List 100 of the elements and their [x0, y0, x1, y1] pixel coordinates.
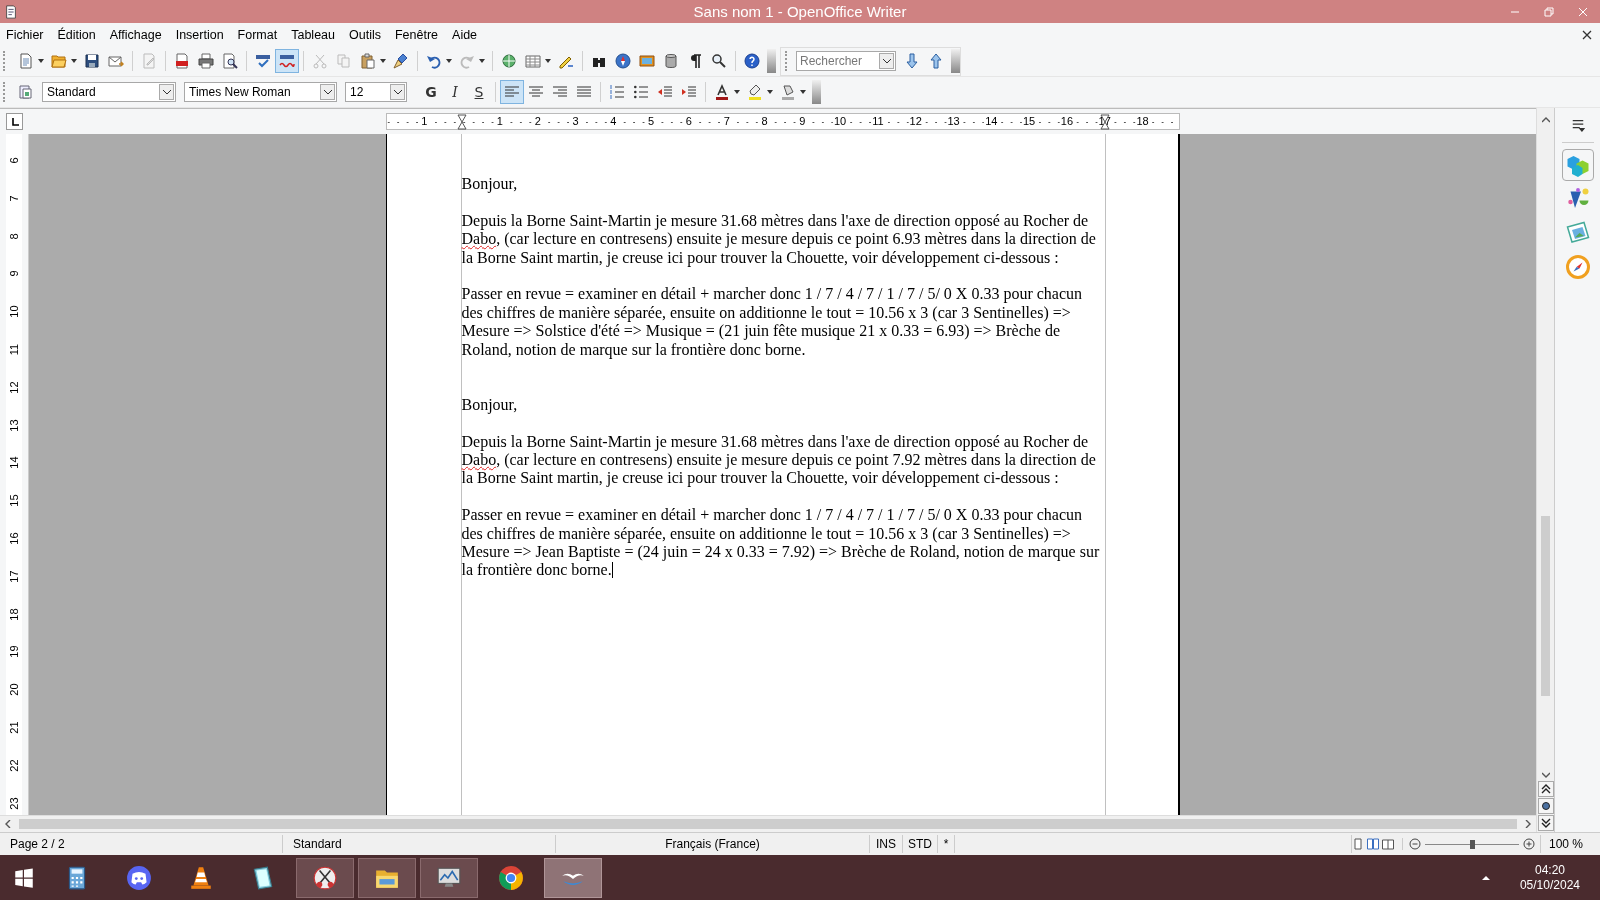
insert-mode[interactable]: INS — [870, 835, 903, 853]
font-name-dropdown[interactable]: Times New Roman — [184, 82, 337, 102]
ruler-number: 22 — [7, 758, 21, 773]
ruler-number: 13 — [7, 418, 21, 433]
scrollbar-thumb[interactable] — [1541, 516, 1550, 696]
dropdown-caret-icon[interactable] — [734, 90, 740, 94]
dropdown-caret-icon[interactable] — [71, 59, 77, 63]
page-style: Standard — [283, 835, 556, 853]
clock-date: 05/10/2024 — [1519, 877, 1580, 893]
close-document-icon[interactable] — [1582, 29, 1592, 40]
paragraph: Bonjour, — [461, 175, 519, 194]
ruler-number: 14 — [984, 115, 999, 128]
selection-mode[interactable]: STD — [903, 835, 938, 853]
zoom-slider-thumb[interactable] — [1470, 839, 1475, 849]
chevron-down-icon[interactable] — [882, 58, 891, 64]
clock-time: 04:20 — [1534, 862, 1565, 878]
menu-item[interactable]: Insertion — [175, 26, 224, 43]
modified-indicator: * — [938, 835, 955, 853]
dropdown-caret-icon[interactable] — [479, 59, 485, 63]
zoom-level[interactable]: 100 % — [1540, 835, 1600, 853]
window-title: Sans nom 1 - OpenOffice Writer — [692, 3, 908, 20]
ruler-number: 18 — [7, 607, 21, 622]
taskbar-button[interactable] — [358, 857, 416, 898]
ruler-number: 16 — [1059, 115, 1074, 128]
text-style-button[interactable]: S — [467, 80, 491, 104]
scrollbar-thumb[interactable] — [19, 819, 1517, 829]
ruler-number: 12 — [908, 115, 923, 128]
ruler-number: 2 — [533, 115, 542, 128]
ruler-number: 21 — [7, 720, 21, 735]
language: Français (France) — [556, 835, 870, 853]
ruler-number: 13 — [946, 115, 961, 128]
ruler-number: 1 — [495, 115, 504, 128]
font-size-dropdown[interactable]: 12 — [345, 82, 407, 102]
ruler-number: 1 — [420, 115, 429, 128]
menu-item[interactable]: Affichage — [109, 26, 162, 43]
text-style-button[interactable]: G — [419, 80, 443, 104]
compass-icon[interactable] — [1565, 255, 1590, 279]
ruler-number: 10 — [7, 304, 21, 319]
menu-item[interactable]: Tableau — [291, 26, 335, 43]
menu-item[interactable]: Aide — [452, 26, 478, 43]
menu-item[interactable]: Format — [237, 26, 278, 43]
ruler-number: 10 — [832, 115, 848, 128]
toolbar-overflow-icon[interactable] — [812, 80, 821, 104]
vertical-scrollbar[interactable] — [1536, 108, 1554, 832]
dropdown-caret-icon[interactable] — [767, 90, 773, 94]
ruler-number: 4 — [609, 115, 618, 128]
toolbar-overflow-icon[interactable] — [767, 49, 776, 73]
taskbar-button[interactable] — [420, 857, 478, 898]
horizontal-scrollbar[interactable] — [0, 815, 1536, 832]
ruler-number: 18 — [1135, 115, 1150, 128]
dropdown-button[interactable] — [879, 53, 894, 69]
paragraph-style-dropdown[interactable]: Standard — [42, 82, 176, 102]
app-icon[interactable] — [4, 4, 18, 19]
ruler-number: 20 — [7, 682, 21, 697]
menu-item[interactable]: Fenêtre — [394, 26, 439, 43]
chevron-down-icon[interactable] — [323, 89, 332, 95]
paragraph: Depuis la Borne Saint-Martin je mesure 31.68 mètres dans l'axe de direction opposé au Rocher de Dabo, (car lecture en contresens) ensuite je mesure depuis ce point 6.93 mètres dans la direction de la Borne Saint martin, je creuse ici pour trouver la Chouette, voir développement ci-dessous : — [461, 211, 1097, 267]
scissors-icon — [312, 864, 338, 891]
caret-up-icon[interactable] — [1481, 875, 1490, 880]
ruler-number: 8 — [760, 115, 769, 128]
zoom-in-icon[interactable] — [1523, 838, 1535, 850]
ruler-number: 9 — [798, 115, 807, 128]
ruler-number: 19 — [7, 644, 21, 659]
taskbar-button[interactable] — [296, 857, 354, 898]
dropdown-caret-icon[interactable] — [800, 90, 806, 94]
indent-marker-icon[interactable] — [456, 114, 467, 130]
page-count: Page 2 / 2 — [0, 835, 283, 853]
menu-item[interactable]: Édition — [57, 26, 96, 43]
dropdown-caret-icon[interactable] — [38, 59, 44, 63]
book-view-icon[interactable] — [1382, 838, 1394, 850]
paragraph: Passer en revue = examiner en détail + marcher donc 1 / 7 / 4 / 7 / 1 / 7 / 5/ 0 X 0.33 pour chacun des chiffres de manière séparée, ensuite on additionne le tout = 10.56 x 3 (car 3 Sentinelles) => Mesure => Jean Baptiste = (24 juin = 24 x 0.33 = 7.92) => Brèche de Roland, notion de marque sur la frontière donc borne. — [461, 506, 1101, 580]
tab-stop-selector[interactable] — [6, 113, 23, 130]
dropdown-caret-icon[interactable] — [545, 59, 551, 63]
cubes-icon[interactable] — [1565, 153, 1590, 177]
toolbar-overflow-icon[interactable] — [951, 49, 960, 73]
chevron-down-icon[interactable] — [393, 89, 402, 95]
chevron-down-icon[interactable] — [162, 89, 171, 95]
text-style-button[interactable]: I — [443, 80, 467, 104]
picture-icon[interactable] — [1565, 221, 1590, 245]
ruler-number: 11 — [871, 115, 885, 128]
ruler-number: 15 — [7, 493, 21, 508]
ruler-number: 5 — [647, 115, 656, 128]
next-page-icon[interactable] — [1537, 815, 1554, 831]
ruler-number: 14 — [7, 455, 21, 470]
menu-icon[interactable] — [1570, 118, 1585, 132]
ruler-number: 12 — [7, 380, 21, 395]
dropdown-caret-icon[interactable] — [446, 59, 452, 63]
ruler-number: 11 — [7, 342, 21, 357]
menu-item[interactable]: Fichier — [6, 26, 44, 43]
dropdown-caret-icon[interactable] — [380, 59, 386, 63]
browser-icon — [498, 864, 524, 891]
auto-spellcheck-icon[interactable] — [275, 49, 299, 73]
ruler-number: 17 — [7, 569, 21, 584]
search-box[interactable]: Rechercher — [796, 51, 896, 71]
previous-page-icon[interactable] — [1537, 781, 1554, 797]
zoom-out-icon[interactable] — [1409, 838, 1421, 850]
menu-item[interactable]: Outils — [349, 26, 381, 43]
two-page-view-icon[interactable] — [1367, 838, 1379, 850]
single-page-view-icon[interactable] — [1352, 838, 1364, 850]
align-left-icon[interactable] — [500, 80, 524, 104]
